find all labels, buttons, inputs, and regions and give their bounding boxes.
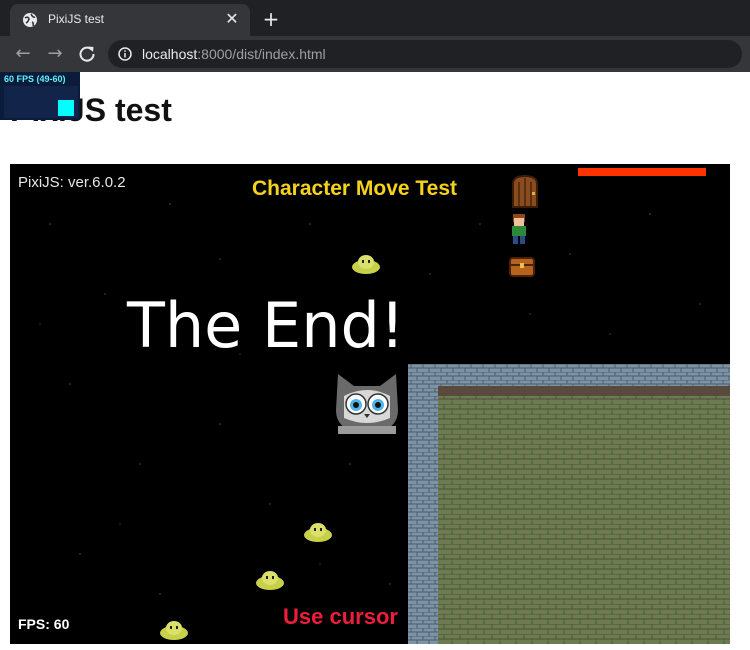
hp-bar: [578, 168, 706, 176]
alien-enemy-icon: [160, 621, 188, 640]
stats-fps-text: 60 FPS (49-60): [4, 74, 66, 84]
stats-graph-bar: [58, 100, 74, 116]
cat-sprite-icon: [336, 374, 398, 434]
address-bar[interactable]: localhost:8000/dist/index.html: [108, 40, 742, 68]
browser-tab[interactable]: PixiJS test ✕: [10, 4, 250, 36]
pixi-version-text: PixiJS: ver.6.0.2: [18, 174, 126, 191]
alien-enemy-icon: [352, 255, 380, 274]
reload-icon[interactable]: [74, 41, 100, 67]
game-canvas[interactable]: PixiJS: ver.6.0.2 Character Move Test Th…: [10, 164, 730, 644]
hint-text: Use cursor: [283, 604, 398, 629]
url-path: :8000/dist/index.html: [197, 46, 326, 62]
reload-glyph: [79, 46, 95, 62]
browser-toolbar: ← → localhost:8000/dist/index.html: [0, 36, 750, 72]
close-tab-icon[interactable]: ✕: [222, 9, 242, 29]
fps-counter-text: FPS: 60: [18, 616, 70, 632]
browser-tab-strip: PixiJS test ✕ +: [0, 0, 750, 36]
globe-icon: [23, 13, 37, 27]
forward-arrow-icon[interactable]: →: [42, 41, 68, 67]
new-tab-icon[interactable]: +: [258, 6, 284, 32]
tab-title: PixiJS test: [48, 12, 105, 26]
alien-enemy-icon: [304, 523, 332, 542]
url-text: localhost:8000/dist/index.html: [142, 46, 326, 62]
url-host: localhost: [142, 46, 198, 62]
treasure-chest-icon: [509, 257, 535, 277]
door-icon: [512, 174, 538, 208]
player-character-icon: [512, 214, 526, 244]
end-message-text: The End!: [127, 289, 405, 362]
alien-enemy-icon: [256, 571, 284, 590]
stats-panel[interactable]: 60 FPS (49-60): [0, 72, 80, 120]
back-arrow-icon[interactable]: ←: [10, 41, 36, 67]
stone-wall-area: [408, 364, 730, 644]
game-title-text: Character Move Test: [252, 177, 458, 200]
info-icon[interactable]: [118, 47, 132, 61]
